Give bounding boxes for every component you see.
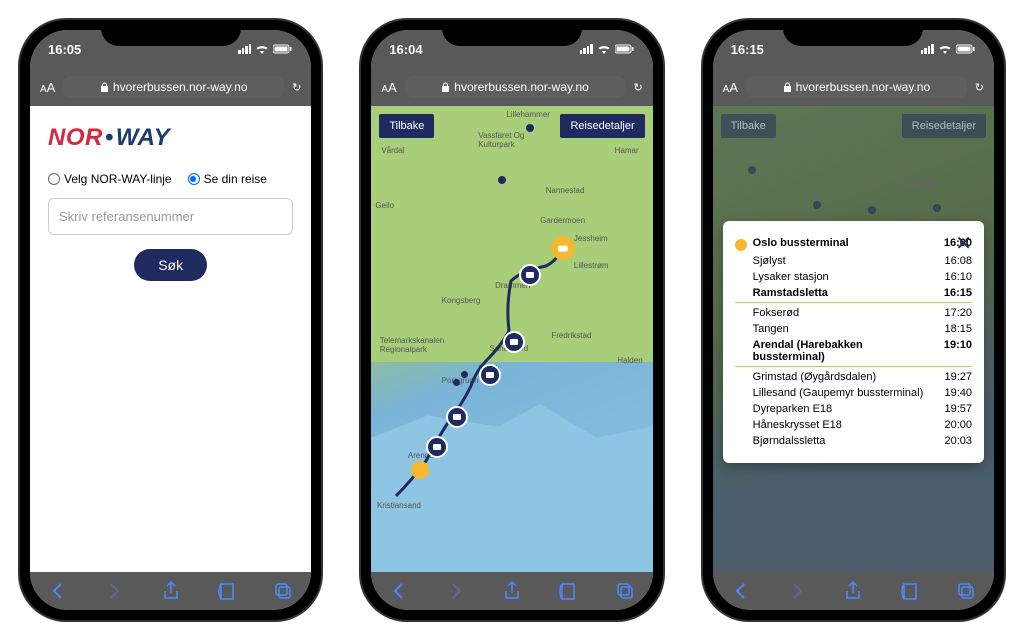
url-field[interactable]: hvorerbussen.nor-way.no	[405, 76, 626, 98]
wifi-icon	[255, 44, 269, 54]
url-bar: AA hvorerbussen.nor-way.no ↻	[713, 68, 994, 106]
radio-label: Velg NOR-WAY-linje	[64, 172, 172, 186]
safari-toolbar	[371, 572, 652, 610]
back-icon[interactable]	[48, 581, 68, 601]
refresh-icon[interactable]: ↻	[975, 81, 984, 94]
notch	[101, 20, 241, 46]
status-time: 16:15	[731, 42, 764, 57]
phone-3: 16:15 AA hvorerbussen.nor-way.no ↻ Norge…	[703, 20, 1004, 620]
schedule-row: Grimstad (Øygårdsdalen)19:27	[735, 369, 972, 385]
status-time: 16:05	[48, 42, 81, 57]
status-indicators	[921, 44, 976, 54]
lock-icon	[441, 82, 450, 93]
url-bar: AA hvorerbussen.nor-way.no ↻	[371, 68, 652, 106]
battery-icon	[615, 44, 635, 54]
back-button[interactable]: Tilbake	[379, 114, 434, 138]
text-size-icon[interactable]: AA	[40, 80, 55, 95]
share-icon[interactable]	[161, 581, 181, 601]
notch	[783, 20, 923, 46]
tabs-icon[interactable]	[615, 581, 635, 601]
radio-icon	[188, 173, 200, 185]
schedule-row: Lillesand (Gaupemyr bussterminal)19:40	[735, 385, 972, 401]
schedule-modal: ✕ Oslo bussterminal16:00Sjølyst16:08Lysa…	[723, 221, 984, 463]
schedule-row: Oslo bussterminal16:00	[735, 235, 972, 253]
share-icon[interactable]	[502, 581, 522, 601]
map-label: Vårdal	[381, 146, 404, 155]
radio-group: Velg NOR-WAY-linje Se din reise	[48, 172, 293, 186]
lock-icon	[100, 82, 109, 93]
battery-icon	[956, 44, 976, 54]
safari-toolbar	[713, 572, 994, 610]
notch	[442, 20, 582, 46]
radio-see-trip[interactable]: Se din reise	[188, 172, 267, 186]
origin-icon	[735, 239, 747, 251]
map-label: Lillehammer	[506, 110, 550, 119]
schedule-row: Fokserød17:20	[735, 305, 972, 321]
url-field[interactable]: hvorerbussen.nor-way.no	[63, 76, 284, 98]
map-dot	[868, 206, 876, 214]
status-indicators	[238, 44, 293, 54]
bookmarks-icon[interactable]	[900, 581, 920, 601]
refresh-icon[interactable]: ↻	[292, 81, 301, 94]
schedule-row: Sjølyst16:08	[735, 253, 972, 269]
map-label: Nannestad	[546, 186, 585, 195]
map-label: Geilo	[375, 201, 394, 210]
details-button-dimmed: Reisedetaljer	[902, 114, 986, 138]
schedule-row: Lysaker stasjon16:10	[735, 269, 972, 285]
phone-1: 16:05 AA hvorerbussen.nor-way.no ↻ NOR•W…	[20, 20, 321, 620]
map-view-dimmed: Norge Tilbake Reisedetaljer ✕ Oslo busst…	[713, 106, 994, 572]
schedule-row: Bjørndalssletta20:03	[735, 433, 972, 449]
text-size-icon[interactable]: AA	[381, 80, 396, 95]
battery-icon	[273, 44, 293, 54]
schedule-row: Tangen18:15	[735, 321, 972, 337]
schedule-row: Ramstadsletta16:15	[735, 285, 972, 303]
radio-select-line[interactable]: Velg NOR-WAY-linje	[48, 172, 172, 186]
map-label: Vassfaret Og Kulturpark	[478, 131, 524, 149]
phone-2: 16:04 AA hvorerbussen.nor-way.no ↻ Lille…	[361, 20, 662, 620]
url-field[interactable]: hvorerbussen.nor-way.no	[746, 76, 967, 98]
forward-icon[interactable]	[104, 581, 124, 601]
status-time: 16:04	[389, 42, 422, 57]
details-button[interactable]: Reisedetaljer	[560, 114, 644, 138]
forward-icon[interactable]	[446, 581, 466, 601]
share-icon[interactable]	[843, 581, 863, 601]
map-dot	[813, 201, 821, 209]
tabs-icon[interactable]	[956, 581, 976, 601]
bookmarks-icon[interactable]	[217, 581, 237, 601]
search-button[interactable]: Søk	[134, 249, 207, 281]
schedule-row: Dyreparken E1819:57	[735, 401, 972, 417]
back-button-dimmed: Tilbake	[721, 114, 776, 138]
refresh-icon[interactable]: ↻	[633, 81, 642, 94]
radio-icon	[48, 173, 60, 185]
wifi-icon	[597, 44, 611, 54]
schedule-row: Håneskrysset E1820:00	[735, 417, 972, 433]
map-dot	[498, 176, 506, 184]
back-icon[interactable]	[731, 581, 751, 601]
close-icon[interactable]: ✕	[955, 231, 972, 256]
map-dot	[933, 204, 941, 212]
map-label-norge: Norge	[899, 176, 934, 191]
url-bar: AA hvorerbussen.nor-way.no ↻	[30, 68, 311, 106]
map-label: Halden	[617, 356, 642, 365]
reference-input[interactable]: Skriv referansenummer	[48, 198, 293, 235]
map-dot	[748, 166, 756, 174]
radio-label: Se din reise	[204, 172, 267, 186]
tabs-icon[interactable]	[273, 581, 293, 601]
safari-toolbar	[30, 572, 311, 610]
back-icon[interactable]	[389, 581, 409, 601]
schedule-row: Arendal (Harebakken bussterminal)19:10	[735, 337, 972, 367]
text-size-icon[interactable]: AA	[723, 80, 738, 95]
status-indicators	[580, 44, 635, 54]
map-dot	[526, 124, 534, 132]
map-view[interactable]: Lillehammer Hamar Gardermoen Jessheim Li…	[371, 106, 652, 572]
lock-icon	[783, 82, 792, 93]
map-label: Gardermoen	[540, 216, 585, 225]
main-content: NOR•WAY Velg NOR-WAY-linje Se din reise …	[30, 106, 311, 572]
bookmarks-icon[interactable]	[558, 581, 578, 601]
map-label: Hamar	[615, 146, 639, 155]
norway-logo: NOR•WAY	[48, 124, 293, 152]
forward-icon[interactable]	[787, 581, 807, 601]
schedule-list: Oslo bussterminal16:00Sjølyst16:08Lysake…	[735, 235, 972, 449]
wifi-icon	[938, 44, 952, 54]
